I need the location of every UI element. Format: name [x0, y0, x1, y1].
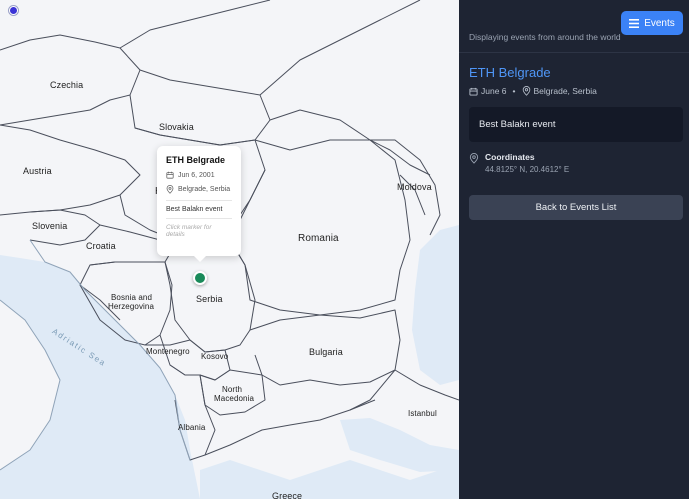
calendar-icon: [469, 87, 478, 96]
label-albania: Albania: [178, 423, 206, 432]
location-pin-icon: [469, 153, 479, 164]
label-kosovo: Kosovo: [201, 352, 229, 361]
event-title: ETH Belgrade: [469, 65, 551, 80]
coordinates-label: Coordinates: [485, 152, 535, 162]
popup-location-row: Belgrade, Serbia: [166, 185, 232, 194]
events-button-label: Events: [644, 17, 675, 29]
location-dot[interactable]: [9, 6, 18, 15]
event-location: Belgrade, Serbia: [533, 86, 597, 96]
event-marker[interactable]: [193, 271, 207, 285]
sidebar-divider: [459, 52, 689, 53]
label-north-macedonia-1: North: [222, 385, 243, 394]
map-view[interactable]: Czechia Slovakia Austria H Slovenia Croa…: [0, 0, 459, 499]
label-greece: Greece: [272, 491, 303, 499]
event-date: June 6: [481, 86, 507, 96]
label-serbia: Serbia: [196, 294, 223, 304]
popup-title: ETH Belgrade: [166, 155, 226, 165]
event-description: Best Balakn event: [469, 107, 683, 142]
popup-date-row: Jun 6, 2001: [166, 171, 232, 179]
menu-icon: [629, 18, 640, 28]
label-istanbul: Istanbul: [408, 409, 437, 418]
label-slovakia: Slovakia: [159, 122, 194, 132]
popup-date: Jun 6, 2001: [178, 171, 215, 179]
label-bosnia-2: Herzegovina: [108, 302, 155, 311]
sidebar-subtitle: Displaying events from around the world: [469, 32, 621, 42]
label-moldova: Moldova: [397, 182, 432, 192]
label-bosnia-1: Bosnia and: [111, 293, 153, 302]
events-button[interactable]: Events: [621, 11, 683, 35]
event-popup[interactable]: ETH Belgrade Jun 6, 2001 Belgrade, Serbi…: [157, 146, 241, 262]
label-slovenia: Slovenia: [32, 221, 68, 231]
popup-location: Belgrade, Serbia: [178, 186, 231, 193]
calendar-icon: [166, 171, 174, 179]
coordinates-value: 44.8125° N, 20.4612° E: [485, 165, 570, 174]
label-bulgaria: Bulgaria: [309, 347, 343, 357]
label-austria: Austria: [23, 166, 52, 176]
label-north-macedonia-2: Macedonia: [214, 394, 255, 403]
coordinates-section: Coordinates 44.8125° N, 20.4612° E: [469, 152, 569, 174]
popup-description: Best Balakn event: [166, 206, 223, 213]
label-romania: Romania: [298, 233, 339, 244]
label-montenegro: Montenegro: [146, 347, 190, 356]
label-croatia: Croatia: [86, 241, 116, 251]
popup-divider: [166, 218, 232, 219]
popup-divider: [166, 200, 232, 201]
sidebar: Events Displaying events from around the…: [459, 0, 689, 499]
popup-hint: Click marker for details: [166, 224, 212, 238]
back-to-events-button[interactable]: Back to Events List: [469, 195, 683, 220]
event-meta: June 6 • Belgrade, Serbia: [469, 86, 597, 96]
location-pin-icon: [166, 185, 174, 194]
meta-separator: •: [512, 86, 516, 96]
location-pin-icon: [522, 86, 530, 96]
label-czechia: Czechia: [50, 80, 84, 90]
